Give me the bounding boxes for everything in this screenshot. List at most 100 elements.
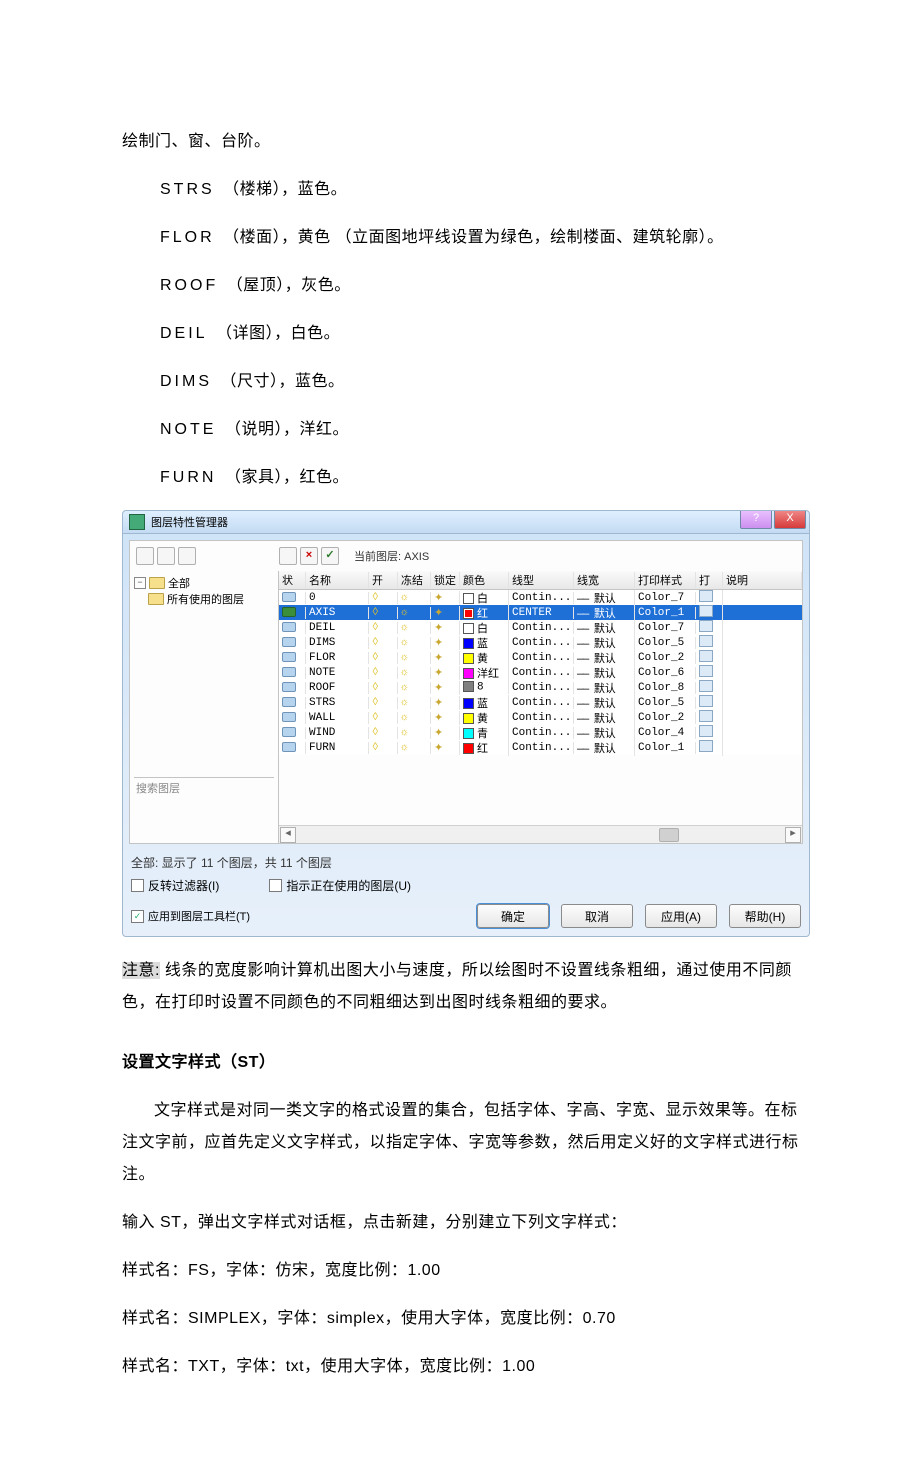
note-paragraph: 注意: 线条的宽度影响计算机出图大小与速度，所以绘图时不设置线条粗细，通过使用不…	[122, 955, 810, 1019]
lightbulb-icon[interactable]: ◊	[369, 697, 398, 709]
states-icon[interactable]	[178, 547, 196, 565]
sun-icon[interactable]: ☼	[398, 697, 431, 709]
help-button[interactable]: 帮助(H)	[729, 904, 801, 928]
current-layer-label: 当前图层: AXIS	[354, 548, 429, 564]
new-group-icon[interactable]	[157, 547, 175, 565]
layer-row[interactable]: FURN◊☼✦红Contin...默认Color_1	[279, 740, 802, 755]
lightbulb-icon[interactable]: ◊	[369, 682, 398, 694]
layer-row[interactable]: ROOF◊☼✦8Contin...默认Color_8	[279, 680, 802, 695]
padlock-icon[interactable]: ✦	[431, 621, 460, 635]
printer-icon[interactable]	[699, 695, 713, 707]
sun-icon[interactable]: ☼	[398, 637, 431, 649]
lightbulb-icon[interactable]: ◊	[369, 652, 398, 664]
padlock-icon[interactable]: ✦	[431, 636, 460, 650]
color-swatch[interactable]	[463, 681, 474, 692]
lightbulb-icon[interactable]: ◊	[369, 622, 398, 634]
color-swatch[interactable]	[463, 743, 474, 754]
toolbar: × ✓ 当前图层: AXIS	[130, 541, 802, 571]
tree-root[interactable]: −全部	[134, 575, 274, 591]
in-use-checkbox[interactable]: 指示正在使用的图层(U)	[269, 877, 411, 894]
ok-button[interactable]: 确定	[477, 904, 549, 928]
color-swatch[interactable]	[463, 593, 474, 604]
printer-icon[interactable]	[699, 620, 713, 632]
layer-row[interactable]: WIND◊☼✦青Contin...默认Color_4	[279, 725, 802, 740]
layer-row[interactable]: DEIL◊☼✦白Contin...默认Color_7	[279, 620, 802, 635]
padlock-icon[interactable]: ✦	[431, 741, 460, 755]
layer-row[interactable]: 0◊☼✦白Contin...默认Color_7	[279, 590, 802, 605]
sun-icon[interactable]: ☼	[398, 712, 431, 724]
delete-layer-icon[interactable]: ×	[300, 547, 318, 565]
layer-row[interactable]: DIMS◊☼✦蓝Contin...默认Color_5	[279, 635, 802, 650]
padlock-icon[interactable]: ✦	[431, 681, 460, 695]
grid-header[interactable]: 状 名称 开 冻结 锁定 颜色 线型 线宽 打印样式 打 说明	[279, 571, 802, 590]
printer-icon[interactable]	[699, 680, 713, 692]
color-swatch[interactable]	[463, 668, 474, 679]
printer-icon[interactable]	[699, 665, 713, 677]
new-filter-icon[interactable]	[136, 547, 154, 565]
sun-icon[interactable]: ☼	[398, 592, 431, 604]
invert-filter-checkbox[interactable]: 反转过滤器(I)	[131, 877, 219, 894]
apply-toolbar-checkbox[interactable]: ✓应用到图层工具栏(T)	[131, 904, 250, 928]
printer-icon[interactable]	[699, 725, 713, 737]
layer-icon	[282, 712, 296, 722]
cancel-button[interactable]: 取消	[561, 904, 633, 928]
lightbulb-icon[interactable]: ◊	[369, 667, 398, 679]
horizontal-scrollbar[interactable]: ◂▸	[279, 825, 802, 843]
color-swatch[interactable]	[463, 623, 474, 634]
layer-definition-line: DEIL （详图），白色。	[122, 318, 810, 350]
layer-grid[interactable]: 状 名称 开 冻结 锁定 颜色 线型 线宽 打印样式 打 说明 0◊☼	[279, 571, 802, 843]
sun-icon[interactable]: ☼	[398, 742, 431, 754]
layer-row[interactable]: STRS◊☼✦蓝Contin...默认Color_5	[279, 695, 802, 710]
layer-icon	[282, 697, 296, 707]
new-layer-icon[interactable]	[279, 547, 297, 565]
layer-row[interactable]: WALL◊☼✦黄Contin...默认Color_2	[279, 710, 802, 725]
color-swatch[interactable]	[463, 728, 474, 739]
padlock-icon[interactable]: ✦	[431, 711, 460, 725]
layer-row[interactable]: NOTE◊☼✦洋红Contin...默认Color_6	[279, 665, 802, 680]
app-icon	[129, 514, 145, 530]
padlock-icon[interactable]: ✦	[431, 651, 460, 665]
padlock-icon[interactable]: ✦	[431, 726, 460, 740]
padlock-icon[interactable]: ✦	[431, 591, 460, 605]
text-style-line: 样式名：TXT，字体：txt，使用大字体，宽度比例：1.00	[122, 1351, 810, 1383]
printer-icon[interactable]	[699, 605, 713, 617]
sun-icon[interactable]: ☼	[398, 682, 431, 694]
color-swatch[interactable]	[463, 638, 474, 649]
text-style-line: 样式名：FS，字体：仿宋，宽度比例：1.00	[122, 1255, 810, 1287]
lightbulb-icon[interactable]: ◊	[369, 742, 398, 754]
search-layer-input[interactable]: 搜索图层	[134, 777, 274, 798]
tree-all-used[interactable]: 所有使用的图层	[134, 591, 274, 607]
titlebar[interactable]: 图层特性管理器 ? X	[123, 511, 809, 534]
lightbulb-icon[interactable]: ◊	[369, 637, 398, 649]
printer-icon[interactable]	[699, 635, 713, 647]
printer-icon[interactable]	[699, 710, 713, 722]
sun-icon[interactable]: ☼	[398, 667, 431, 679]
layer-definition-line: FURN （家具），红色。	[122, 462, 810, 494]
padlock-icon[interactable]: ✦	[431, 606, 460, 620]
set-current-icon[interactable]: ✓	[321, 547, 339, 565]
layer-row[interactable]: FLOR◊☼✦黄Contin...默认Color_2	[279, 650, 802, 665]
padlock-icon[interactable]: ✦	[431, 666, 460, 680]
layer-icon	[282, 622, 296, 632]
titlebar-help-button[interactable]: ?	[740, 511, 772, 529]
lightbulb-icon[interactable]: ◊	[369, 607, 398, 619]
lightbulb-icon[interactable]: ◊	[369, 592, 398, 604]
layer-row[interactable]: AXIS◊☼✦红CENTER默认Color_1	[279, 605, 802, 620]
padlock-icon[interactable]: ✦	[431, 696, 460, 710]
lightbulb-icon[interactable]: ◊	[369, 712, 398, 724]
printer-icon[interactable]	[699, 650, 713, 662]
sun-icon[interactable]: ☼	[398, 607, 431, 619]
filter-tree[interactable]: −全部 所有使用的图层 搜索图层	[130, 571, 279, 843]
color-swatch[interactable]	[463, 653, 474, 664]
printer-icon[interactable]	[699, 590, 713, 602]
sun-icon[interactable]: ☼	[398, 622, 431, 634]
titlebar-close-button[interactable]: X	[774, 511, 806, 529]
sun-icon[interactable]: ☼	[398, 652, 431, 664]
color-swatch[interactable]	[463, 608, 474, 619]
printer-icon[interactable]	[699, 740, 713, 752]
color-swatch[interactable]	[463, 698, 474, 709]
sun-icon[interactable]: ☼	[398, 727, 431, 739]
color-swatch[interactable]	[463, 713, 474, 724]
apply-button[interactable]: 应用(A)	[645, 904, 717, 928]
lightbulb-icon[interactable]: ◊	[369, 727, 398, 739]
